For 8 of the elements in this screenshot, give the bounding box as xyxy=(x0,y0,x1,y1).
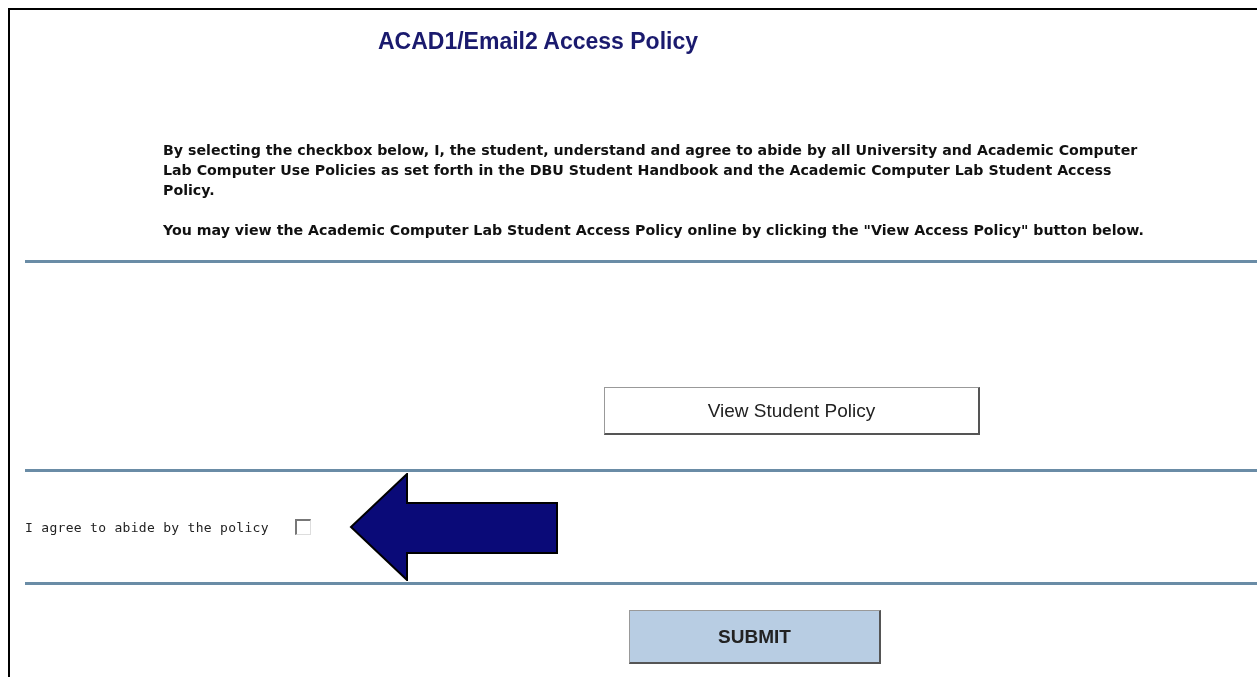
checkbox-label: I agree to abide by the policy xyxy=(25,519,269,535)
policy-paragraph: You may view the Academic Computer Lab Student Access Policy online by clicking the "View Access Policy" button below. xyxy=(163,221,1145,240)
submit-button[interactable]: SUBMIT xyxy=(629,610,881,664)
view-policy-button[interactable]: View Student Policy xyxy=(604,387,980,435)
agree-checkbox[interactable] xyxy=(294,519,311,535)
policy-paragraph: By selecting the checkbox below, I, the student, understand and agree to abide by all University and Academic Computer Lab Computer Use Policies as set forth in the DBU Student Handbook and the Academic Computer Lab Student Access Policy. xyxy=(163,141,1139,200)
page-title: ACAD1/Email2 Access Policy xyxy=(377,28,699,55)
arrow-icon xyxy=(348,473,559,581)
